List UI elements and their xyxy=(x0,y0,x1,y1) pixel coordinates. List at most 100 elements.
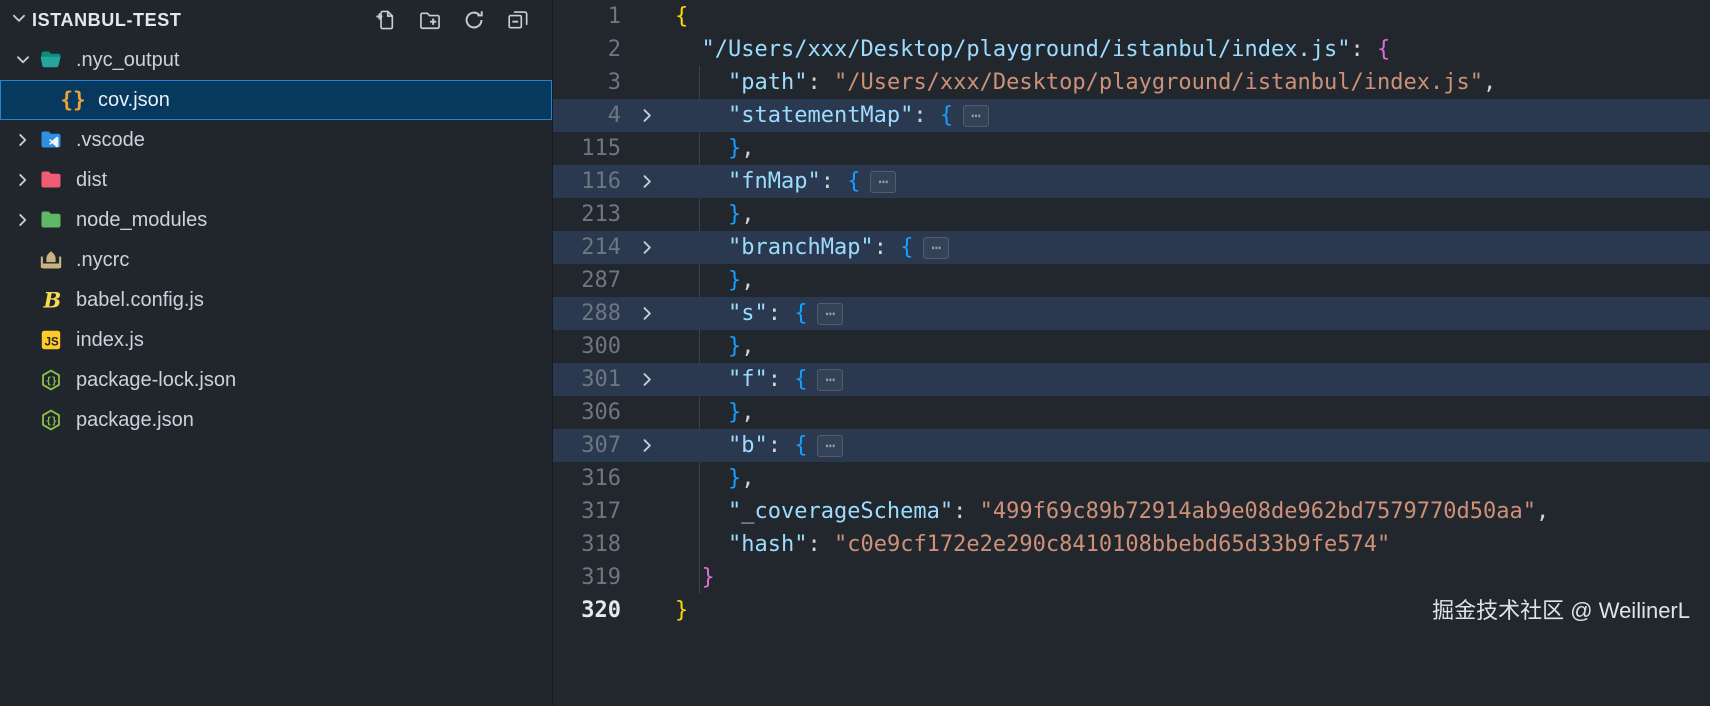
code-line-319[interactable]: 319 } xyxy=(553,561,1710,594)
folded-code-badge[interactable]: ⋯ xyxy=(923,237,949,259)
explorer-actions xyxy=(374,8,530,32)
line-number: 301 xyxy=(553,363,629,396)
code-text: "/Users/xxx/Desktop/playground/istanbul/… xyxy=(665,33,1390,66)
chevron-right-icon[interactable] xyxy=(8,200,38,240)
code-line-3[interactable]: 3 "path": "/Users/xxx/Desktop/playground… xyxy=(553,66,1710,99)
tree-item-node-modules[interactable]: node_modules xyxy=(0,200,552,240)
fold-chevron-right-icon[interactable] xyxy=(629,429,665,462)
code-line-316[interactable]: 316 }, xyxy=(553,462,1710,495)
tree-item-vscode[interactable]: .vscode xyxy=(0,120,552,160)
code-line-287[interactable]: 287 }, xyxy=(553,264,1710,297)
chevron-right-icon[interactable] xyxy=(8,160,38,200)
watermark-text: 掘金技术社区 @ WeilinerL xyxy=(1432,594,1690,627)
collapse-folders-button[interactable] xyxy=(506,8,530,32)
fold-spacer xyxy=(629,330,665,363)
tree-item-cov-json[interactable]: {}cov.json xyxy=(0,80,552,120)
code-text: }, xyxy=(665,132,754,165)
folder-vscode-icon xyxy=(38,127,64,153)
code-text: "s": {⋯ xyxy=(665,297,843,330)
code-text: "hash": "c0e9cf172e2e290c8410108bbebd65d… xyxy=(665,528,1390,561)
tree-item-label: package-lock.json xyxy=(76,369,236,392)
fold-spacer xyxy=(629,462,665,495)
json-braces-icon: {} xyxy=(60,87,86,113)
chevron-spacer xyxy=(8,400,38,440)
fold-chevron-right-icon[interactable] xyxy=(629,363,665,396)
line-number: 288 xyxy=(553,297,629,330)
fold-chevron-right-icon[interactable] xyxy=(629,231,665,264)
code-text: }, xyxy=(665,330,754,363)
line-number: 306 xyxy=(553,396,629,429)
code-text: "fnMap": {⋯ xyxy=(665,165,896,198)
line-number: 2 xyxy=(553,33,629,66)
fold-chevron-right-icon[interactable] xyxy=(629,99,665,132)
code-text: "_coverageSchema": "499f69c89b72914ab9e0… xyxy=(665,495,1549,528)
code-line-213[interactable]: 213 }, xyxy=(553,198,1710,231)
line-number: 319 xyxy=(553,561,629,594)
tree-item-nyc-output[interactable]: .nyc_output xyxy=(0,40,552,80)
new-file-button[interactable] xyxy=(374,8,398,32)
code-line-1[interactable]: 1{ xyxy=(553,0,1710,33)
tree-item-label: babel.config.js xyxy=(76,289,204,312)
line-number: 4 xyxy=(553,99,629,132)
fold-spacer xyxy=(629,0,665,33)
code-line-317[interactable]: 317 "_coverageSchema": "499f69c89b72914a… xyxy=(553,495,1710,528)
fold-spacer xyxy=(629,66,665,99)
code-text: } xyxy=(665,561,715,594)
explorer-sidebar: ISTANBUL-TEST .nyc_output{}cov.json.vsco… xyxy=(0,0,553,706)
line-number: 307 xyxy=(553,429,629,462)
code-line-115[interactable]: 115 }, xyxy=(553,132,1710,165)
refresh-icon xyxy=(463,9,485,31)
tree-item-package-lock-json[interactable]: {}package-lock.json xyxy=(0,360,552,400)
code-text: }, xyxy=(665,462,754,495)
fold-chevron-right-icon[interactable] xyxy=(629,165,665,198)
folded-code-badge[interactable]: ⋯ xyxy=(817,303,843,325)
line-number: 214 xyxy=(553,231,629,264)
refresh-explorer-button[interactable] xyxy=(462,8,486,32)
code-line-4[interactable]: 4 "statementMap": {⋯ xyxy=(553,99,1710,132)
code-text: "f": {⋯ xyxy=(665,363,843,396)
editor-pane[interactable]: 1{2 "/Users/xxx/Desktop/playground/istan… xyxy=(553,0,1710,706)
line-number: 116 xyxy=(553,165,629,198)
code-text: "statementMap": {⋯ xyxy=(665,99,989,132)
tree-item-nycrc[interactable]: .nycrc xyxy=(0,240,552,280)
line-number: 317 xyxy=(553,495,629,528)
svg-text:B: B xyxy=(43,288,62,312)
code-text: "path": "/Users/xxx/Desktop/playground/i… xyxy=(665,66,1496,99)
folded-code-badge[interactable]: ⋯ xyxy=(817,435,843,457)
tree-item-package-json[interactable]: {}package.json xyxy=(0,400,552,440)
chevron-spacer xyxy=(8,360,38,400)
folded-code-badge[interactable]: ⋯ xyxy=(817,369,843,391)
line-number: 300 xyxy=(553,330,629,363)
code-lines: 1{2 "/Users/xxx/Desktop/playground/istan… xyxy=(553,0,1710,627)
svg-text:{}: {} xyxy=(46,416,57,427)
code-line-288[interactable]: 288 "s": {⋯ xyxy=(553,297,1710,330)
code-line-116[interactable]: 116 "fnMap": {⋯ xyxy=(553,165,1710,198)
tree-item-index-js[interactable]: JSindex.js xyxy=(0,320,552,360)
code-line-300[interactable]: 300 }, xyxy=(553,330,1710,363)
tree-item-dist[interactable]: dist xyxy=(0,160,552,200)
new-folder-button[interactable] xyxy=(418,8,442,32)
code-line-307[interactable]: 307 "b": {⋯ xyxy=(553,429,1710,462)
chevron-spacer xyxy=(8,240,38,280)
line-number: 320 xyxy=(553,594,629,627)
chevron-down-icon[interactable] xyxy=(8,40,38,80)
folded-code-badge[interactable]: ⋯ xyxy=(870,171,896,193)
folded-code-badge[interactable]: ⋯ xyxy=(963,105,989,127)
code-line-2[interactable]: 2 "/Users/xxx/Desktop/playground/istanbu… xyxy=(553,33,1710,66)
code-line-301[interactable]: 301 "f": {⋯ xyxy=(553,363,1710,396)
code-line-306[interactable]: 306 }, xyxy=(553,396,1710,429)
code-line-214[interactable]: 214 "branchMap": {⋯ xyxy=(553,231,1710,264)
line-number: 3 xyxy=(553,66,629,99)
chevron-down-icon xyxy=(10,9,28,32)
chevron-right-icon[interactable] xyxy=(8,120,38,160)
chevron-spacer xyxy=(8,280,38,320)
tree-item-babel-config-js[interactable]: Bbabel.config.js xyxy=(0,280,552,320)
fold-chevron-right-icon[interactable] xyxy=(629,297,665,330)
code-text: { xyxy=(665,0,688,33)
line-number: 115 xyxy=(553,132,629,165)
fold-spacer xyxy=(629,132,665,165)
code-line-318[interactable]: 318 "hash": "c0e9cf172e2e290c8410108bbeb… xyxy=(553,528,1710,561)
explorer-section-header[interactable]: ISTANBUL-TEST xyxy=(0,0,552,40)
line-number: 213 xyxy=(553,198,629,231)
tree-item-label: node_modules xyxy=(76,209,207,232)
